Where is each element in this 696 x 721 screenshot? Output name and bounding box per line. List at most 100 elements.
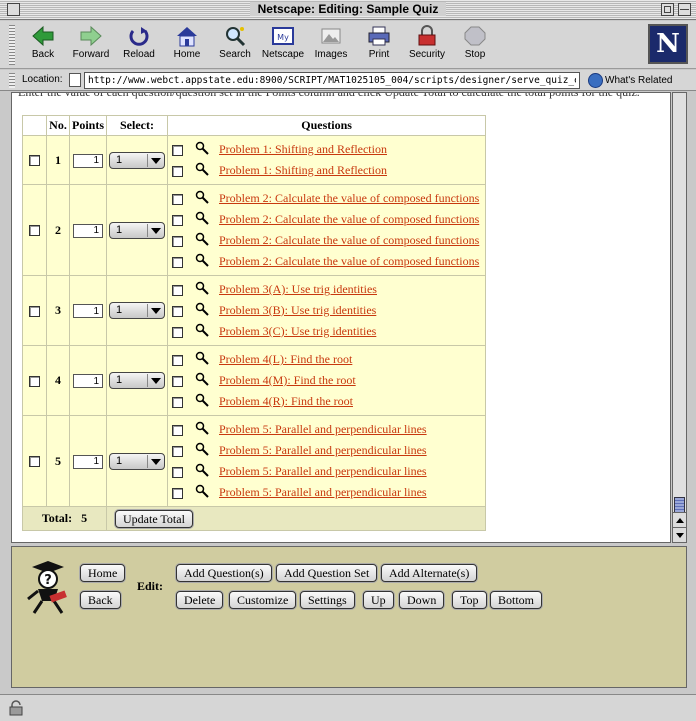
move-up-button[interactable]: Up (363, 591, 394, 609)
magnifier-icon[interactable] (195, 484, 209, 498)
question-link[interactable]: Problem 4(R): Find the root (219, 394, 353, 408)
group-checkbox[interactable] (29, 155, 40, 167)
group-checkbox[interactable] (29, 225, 40, 237)
page-proxy-icon[interactable] (69, 73, 81, 87)
location-grip[interactable] (9, 73, 15, 88)
question-checkbox[interactable] (172, 487, 183, 499)
question-checkbox[interactable] (172, 424, 183, 436)
magnifier-icon[interactable] (195, 162, 209, 176)
forward-button[interactable]: Forward (67, 25, 115, 65)
whats-related-button[interactable]: What's Related (588, 72, 692, 89)
question-checkbox[interactable] (172, 354, 183, 366)
points-input[interactable] (73, 454, 103, 469)
reload-button[interactable]: Reload (115, 25, 163, 65)
question-checkbox[interactable] (172, 214, 183, 226)
netscape-button[interactable]: My Netscape (259, 25, 307, 65)
scroll-thumb[interactable] (674, 497, 685, 513)
question-checkbox[interactable] (172, 466, 183, 478)
magnifier-icon[interactable] (195, 372, 209, 386)
zoom-box[interactable] (661, 3, 674, 16)
move-down-button[interactable]: Down (399, 591, 445, 609)
question-checkbox[interactable] (172, 375, 183, 387)
magnifier-icon[interactable] (195, 141, 209, 155)
select-dropdown[interactable]: 1 (109, 372, 165, 389)
question-link[interactable]: Problem 3(C): Use trig identities (219, 324, 376, 338)
question-link[interactable]: Problem 3(B): Use trig identities (219, 303, 376, 317)
select-dropdown[interactable]: 1 (109, 452, 165, 470)
add-question-set-button[interactable]: Add Question Set (276, 564, 378, 582)
question-link[interactable]: Problem 5: Parallel and perpendicular li… (219, 485, 427, 499)
question-checkbox[interactable] (172, 144, 183, 156)
question-link[interactable]: Problem 5: Parallel and perpendicular li… (219, 443, 427, 457)
points-input[interactable] (73, 153, 103, 168)
back-button[interactable]: Back (19, 25, 67, 65)
magnifier-icon[interactable] (195, 463, 209, 477)
add-alternate-button[interactable]: Add Alternate(s) (381, 564, 478, 582)
scroll-up-arrow-icon[interactable] (673, 512, 686, 527)
question-link[interactable]: Problem 2: Calculate the value of compos… (219, 212, 479, 226)
question-link[interactable]: Problem 4(L): Find the root (219, 352, 352, 366)
scroll-down-arrow-icon[interactable] (673, 527, 686, 542)
search-button[interactable]: Search (211, 25, 259, 65)
question-link[interactable]: Problem 2: Calculate the value of compos… (219, 254, 479, 268)
magnifier-icon[interactable] (195, 302, 209, 316)
back-nav-button[interactable]: Back (80, 591, 121, 609)
question-link[interactable]: Problem 2: Calculate the value of compos… (219, 233, 479, 247)
toolbar-grip[interactable] (9, 25, 15, 65)
magnifier-icon[interactable] (195, 442, 209, 456)
magnifier-icon[interactable] (195, 351, 209, 365)
magnifier-icon[interactable] (195, 253, 209, 267)
points-input[interactable] (73, 223, 103, 238)
question-link[interactable]: Problem 5: Parallel and perpendicular li… (219, 464, 427, 478)
group-checkbox[interactable] (29, 375, 40, 387)
question-checkbox[interactable] (172, 165, 183, 177)
points-input[interactable] (73, 304, 103, 319)
security-lock-icon[interactable] (8, 700, 24, 716)
vertical-scrollbar[interactable] (672, 92, 687, 543)
points-input[interactable] (73, 374, 103, 389)
question-checkbox[interactable] (172, 396, 183, 408)
question-link[interactable]: Problem 4(M): Find the root (219, 373, 356, 387)
security-button[interactable]: Security (403, 25, 451, 65)
netscape-logo[interactable]: N (648, 24, 688, 64)
question-checkbox[interactable] (172, 284, 183, 296)
magnifier-icon[interactable] (195, 232, 209, 246)
group-checkbox[interactable] (29, 456, 40, 468)
question-checkbox[interactable] (172, 256, 183, 268)
question-checkbox[interactable] (172, 305, 183, 317)
group-checkbox[interactable] (29, 305, 40, 317)
question-checkbox[interactable] (172, 445, 183, 457)
magnifier-icon[interactable] (195, 281, 209, 295)
customize-button[interactable]: Customize (229, 591, 297, 609)
question-link[interactable]: Problem 3(A): Use trig identities (219, 282, 377, 296)
stop-button[interactable]: Stop (451, 25, 499, 65)
magnifier-icon[interactable] (195, 323, 209, 337)
home-button[interactable]: Home (80, 564, 126, 582)
delete-button[interactable]: Delete (176, 591, 224, 609)
select-dropdown[interactable]: 1 (109, 151, 165, 169)
question-link[interactable]: Problem 2: Calculate the value of compos… (219, 191, 479, 205)
update-total-button[interactable]: Update Total (115, 509, 193, 528)
images-button[interactable]: Images (307, 25, 355, 65)
magnifier-icon[interactable] (195, 393, 209, 407)
move-bottom-button[interactable]: Bottom (490, 591, 543, 609)
location-url-input[interactable] (84, 72, 580, 89)
select-dropdown[interactable]: 1 (109, 221, 165, 239)
print-button[interactable]: Print (355, 25, 403, 65)
collapse-box[interactable] (678, 3, 691, 16)
home-button[interactable]: Home (163, 25, 211, 65)
settings-button[interactable]: Settings (300, 591, 355, 609)
magnifier-icon[interactable] (195, 190, 209, 204)
question-checkbox[interactable] (172, 326, 183, 338)
select-dropdown[interactable]: 1 (109, 302, 165, 319)
question-link[interactable]: Problem 5: Parallel and perpendicular li… (219, 422, 427, 436)
question-link[interactable]: Problem 1: Shifting and Reflection (219, 142, 387, 156)
question-checkbox[interactable] (172, 193, 183, 205)
move-top-button[interactable]: Top (452, 591, 487, 609)
magnifier-icon[interactable] (195, 211, 209, 225)
add-question-button[interactable]: Add Question(s) (176, 564, 272, 582)
question-link[interactable]: Problem 1: Shifting and Reflection (219, 163, 387, 177)
question-checkbox[interactable] (172, 235, 183, 247)
window-title-bar[interactable]: Netscape: Editing: Sample Quiz (0, 0, 696, 20)
magnifier-icon[interactable] (195, 421, 209, 435)
